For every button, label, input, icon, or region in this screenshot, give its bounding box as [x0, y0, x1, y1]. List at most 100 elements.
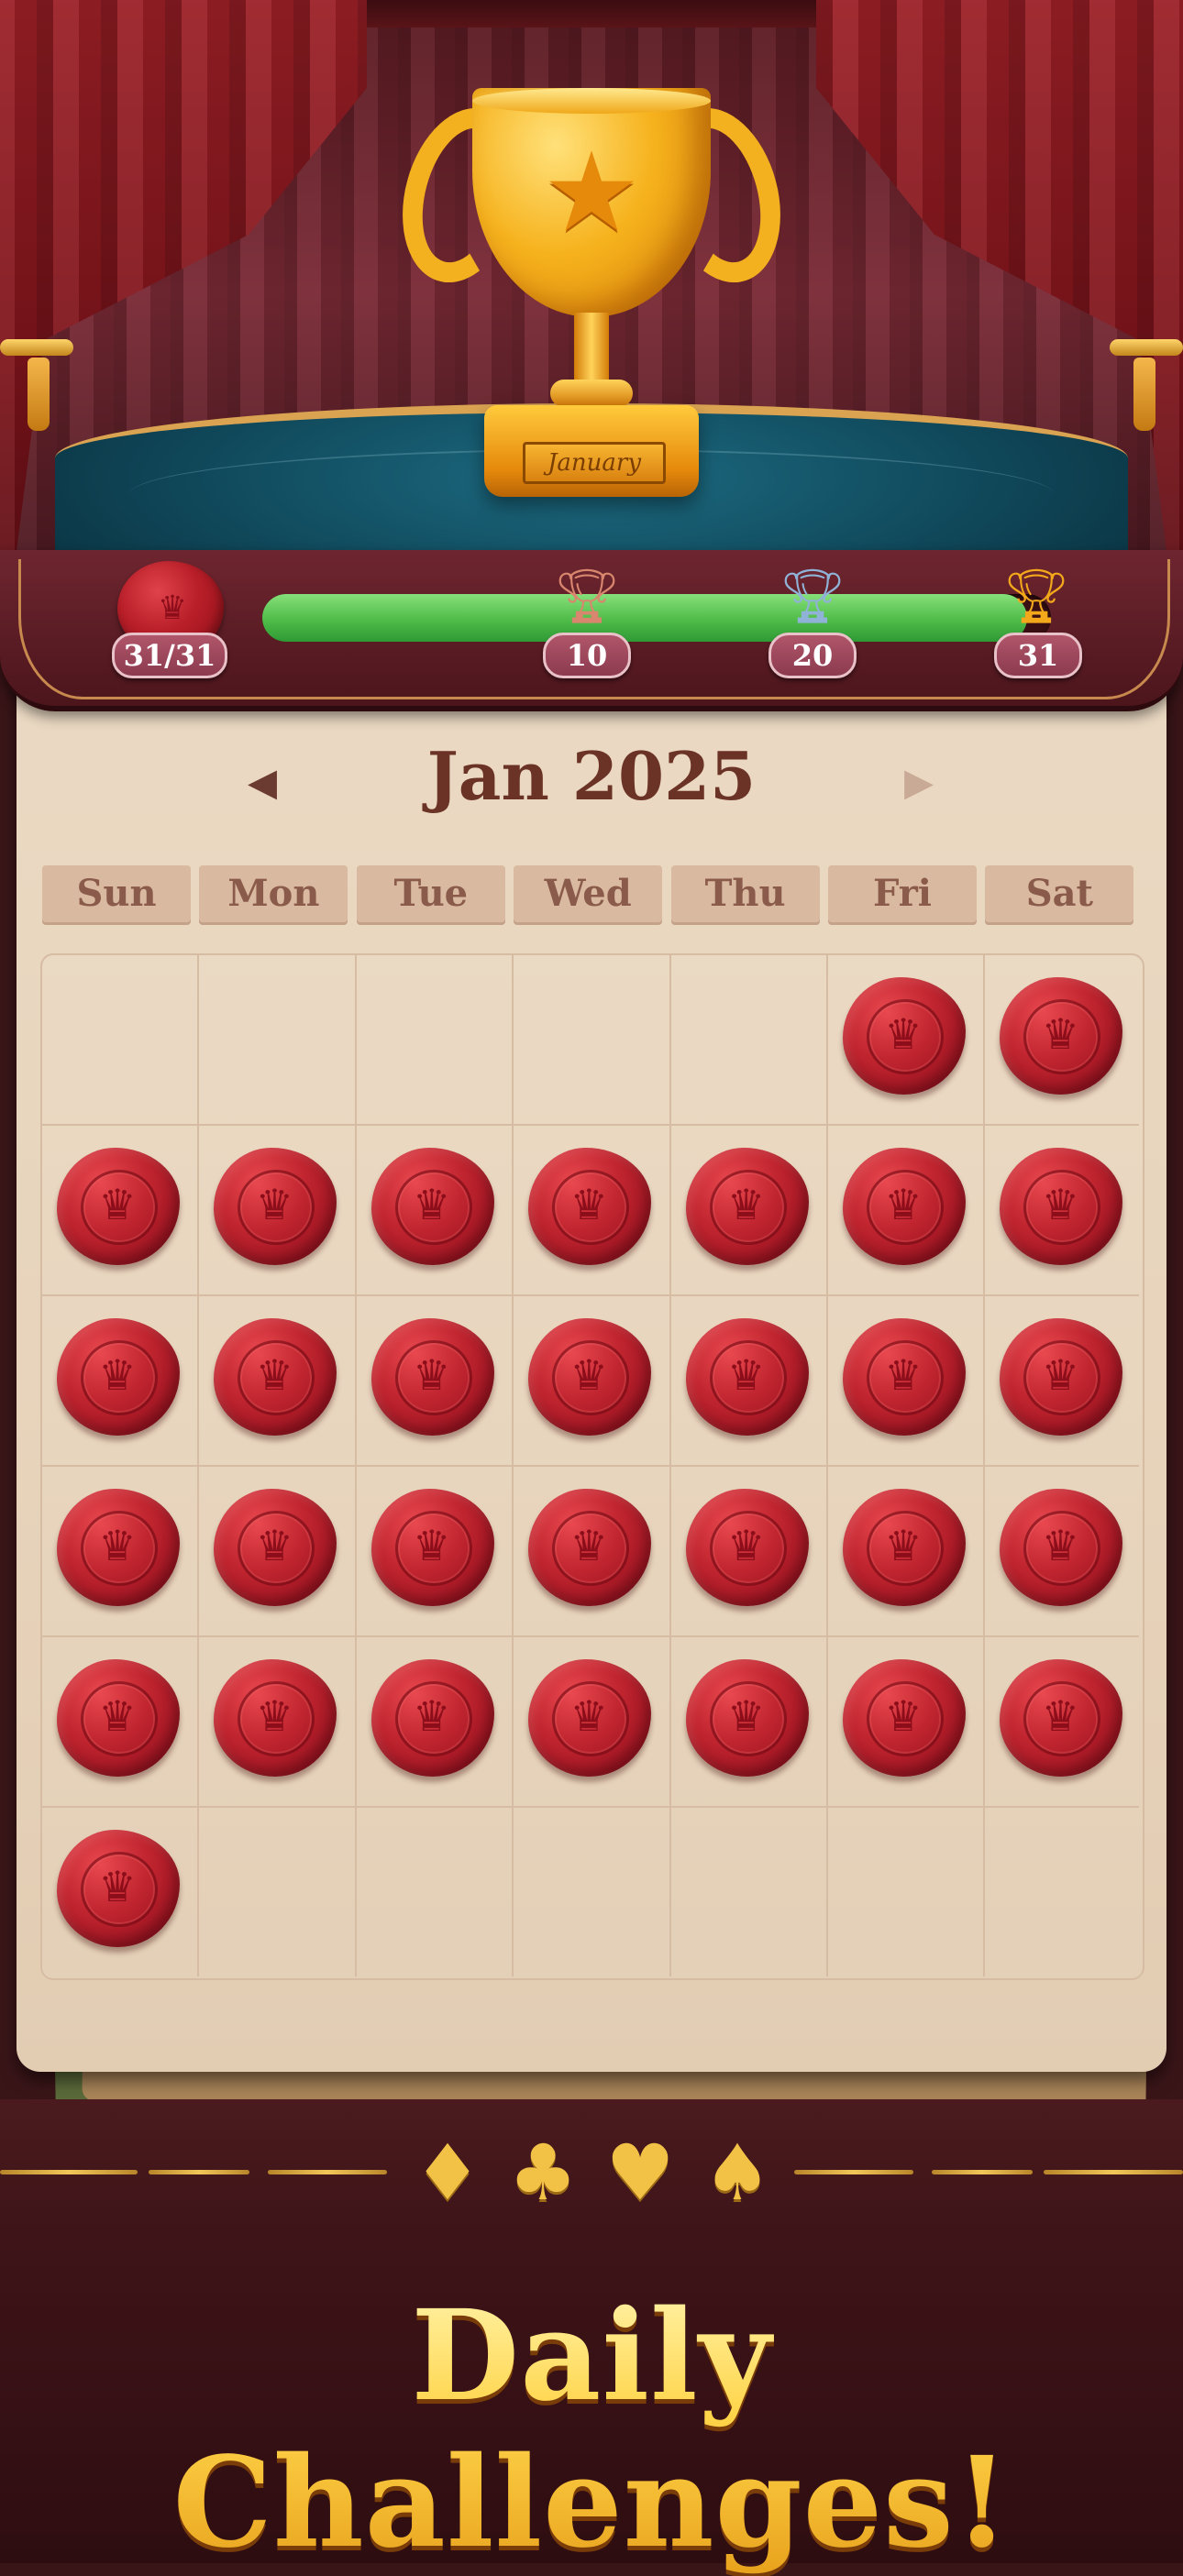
ornament-line-left-2: [149, 2170, 249, 2174]
club-icon: ♣: [508, 2128, 578, 2218]
grid-row-divider: [42, 1806, 1139, 1808]
crown-icon: ♛: [884, 1691, 923, 1741]
calendar-day-26[interactable]: ♛: [355, 1635, 512, 1806]
wax-seal-crown-icon: ♛: [685, 1318, 809, 1436]
crown-icon: ♛: [255, 1180, 294, 1229]
crown-icon: ♛: [726, 1691, 766, 1741]
calendar-day-22[interactable]: ♛: [826, 1465, 983, 1635]
calendar-day-28[interactable]: ♛: [669, 1635, 826, 1806]
crown-icon: ♛: [1041, 1350, 1080, 1400]
prev-month-button[interactable]: ◂: [226, 744, 299, 818]
calendar-day-25[interactable]: ♛: [197, 1635, 354, 1806]
wax-seal-crown-icon: ♛: [843, 1148, 966, 1265]
calendar-day-13[interactable]: ♛: [512, 1294, 669, 1465]
crown-icon: ♛: [726, 1350, 766, 1400]
weekday-fri: Fri: [828, 865, 977, 922]
wax-seal-crown-icon: ♛: [57, 1489, 180, 1606]
next-month-button[interactable]: ▸: [882, 744, 956, 818]
crown-icon: ♛: [884, 1180, 923, 1229]
calendar-day-1[interactable]: ♛: [826, 953, 983, 1124]
calendar-day-5[interactable]: ♛: [355, 1124, 512, 1294]
calendar-day-3[interactable]: ♛: [40, 1124, 197, 1294]
trophy-plaque: January: [523, 442, 666, 484]
wax-seal-crown-icon: ♛: [528, 1659, 652, 1777]
crown-icon: ♛: [413, 1521, 451, 1570]
crown-icon: ♛: [98, 1350, 137, 1400]
calendar-day-24[interactable]: ♛: [40, 1635, 197, 1806]
crown-icon: ♛: [1041, 1521, 1080, 1570]
wax-seal-crown-icon: ♛: [57, 1830, 180, 1947]
wax-seal-crown-icon: ♛: [370, 1489, 494, 1606]
calendar-day-18[interactable]: ♛: [197, 1465, 354, 1635]
wax-seal-crown-icon: ♛: [685, 1659, 809, 1777]
crown-icon: ♛: [255, 1691, 294, 1741]
wax-seal-crown-icon: ♛: [370, 1148, 494, 1265]
silver-trophy-icon: 🏆︎: [779, 565, 846, 627]
wax-seal-crown-icon: ♛: [214, 1148, 337, 1265]
calendar-day-8[interactable]: ♛: [826, 1124, 983, 1294]
calendar-day-9[interactable]: ♛: [983, 1124, 1140, 1294]
crown-icon: ♛: [726, 1521, 766, 1570]
wax-seal-crown-icon: ♛: [843, 1489, 966, 1606]
diamond-icon: ♦: [413, 2128, 482, 2218]
wax-seal-crown-icon: ♛: [843, 1659, 966, 1777]
crown-icon: ♛: [98, 1862, 137, 1911]
wax-seal-crown-icon: ♛: [214, 1318, 337, 1436]
crown-icon: ♛: [884, 1521, 923, 1570]
banner-title: Daily Challenges!: [0, 2283, 1183, 2576]
left-tieback: [0, 339, 73, 356]
stage-background: ★ January: [0, 0, 1183, 587]
wax-seal-crown-icon: ♛: [528, 1148, 652, 1265]
calendar-day-14[interactable]: ♛: [669, 1294, 826, 1465]
weekday-wed: Wed: [514, 865, 663, 922]
calendar-day-2[interactable]: ♛: [983, 953, 1140, 1124]
calendar-day-29[interactable]: ♛: [826, 1635, 983, 1806]
wax-seal-crown-icon: ♛: [370, 1659, 494, 1777]
weekday-sun: Sun: [42, 865, 191, 922]
wax-seal-crown-icon: ♛: [843, 1318, 966, 1436]
crown-icon: ♛: [413, 1180, 451, 1229]
wax-seal-crown-icon: ♛: [1000, 1148, 1123, 1265]
calendar-day-31[interactable]: ♛: [40, 1806, 197, 1976]
spade-icon: ♠: [702, 2128, 772, 2218]
calendar-day-4[interactable]: ♛: [197, 1124, 354, 1294]
left-tassel-icon: [28, 358, 50, 431]
bronze-trophy-icon: 🏆︎: [553, 565, 621, 627]
crown-icon: ♛: [255, 1350, 294, 1400]
ornament-line-left-1: [0, 2170, 138, 2174]
wax-seal-crown-icon: ♛: [1000, 977, 1123, 1095]
wax-seal-crown-icon: ♛: [528, 1489, 652, 1606]
calendar-day-10[interactable]: ♛: [40, 1294, 197, 1465]
wax-seal-crown-icon: ♛: [370, 1318, 494, 1436]
calendar-day-12[interactable]: ♛: [355, 1294, 512, 1465]
milestone-20-badge: 20: [768, 633, 857, 678]
crown-icon: ♛: [413, 1350, 451, 1400]
wax-seal-crown-icon: ♛: [685, 1489, 809, 1606]
calendar-day-11[interactable]: ♛: [197, 1294, 354, 1465]
calendar-day-27[interactable]: ♛: [512, 1635, 669, 1806]
ornament-line-left-3: [268, 2170, 387, 2174]
crown-icon: ♛: [98, 1180, 137, 1229]
wax-seal-crown-icon: ♛: [214, 1489, 337, 1606]
crown-icon: ♛: [569, 1180, 608, 1229]
arrow-left-icon: ◂: [247, 747, 278, 815]
calendar-day-7[interactable]: ♛: [669, 1124, 826, 1294]
calendar-day-21[interactable]: ♛: [669, 1465, 826, 1635]
calendar-day-15[interactable]: ♛: [826, 1294, 983, 1465]
calendar-day-19[interactable]: ♛: [355, 1465, 512, 1635]
calendar-day-6[interactable]: ♛: [512, 1124, 669, 1294]
progress-bar: [262, 594, 1051, 642]
wax-seal-crown-icon: ♛: [685, 1148, 809, 1265]
calendar-day-17[interactable]: ♛: [40, 1465, 197, 1635]
calendar-day-16[interactable]: ♛: [983, 1294, 1140, 1465]
weekday-mon: Mon: [199, 865, 348, 922]
calendar-day-30[interactable]: ♛: [983, 1635, 1140, 1806]
crown-icon: ♛: [569, 1350, 608, 1400]
wax-seal-crown-icon: ♛: [843, 977, 966, 1095]
wax-seal-crown-icon: ♛: [1000, 1318, 1123, 1436]
milestone-10-badge: 10: [543, 633, 631, 678]
weekday-sat: Sat: [985, 865, 1134, 922]
card-suits-ornament: ♦ ♣ ♥ ♠: [0, 2128, 1183, 2218]
calendar-day-23[interactable]: ♛: [983, 1465, 1140, 1635]
calendar-day-20[interactable]: ♛: [512, 1465, 669, 1635]
